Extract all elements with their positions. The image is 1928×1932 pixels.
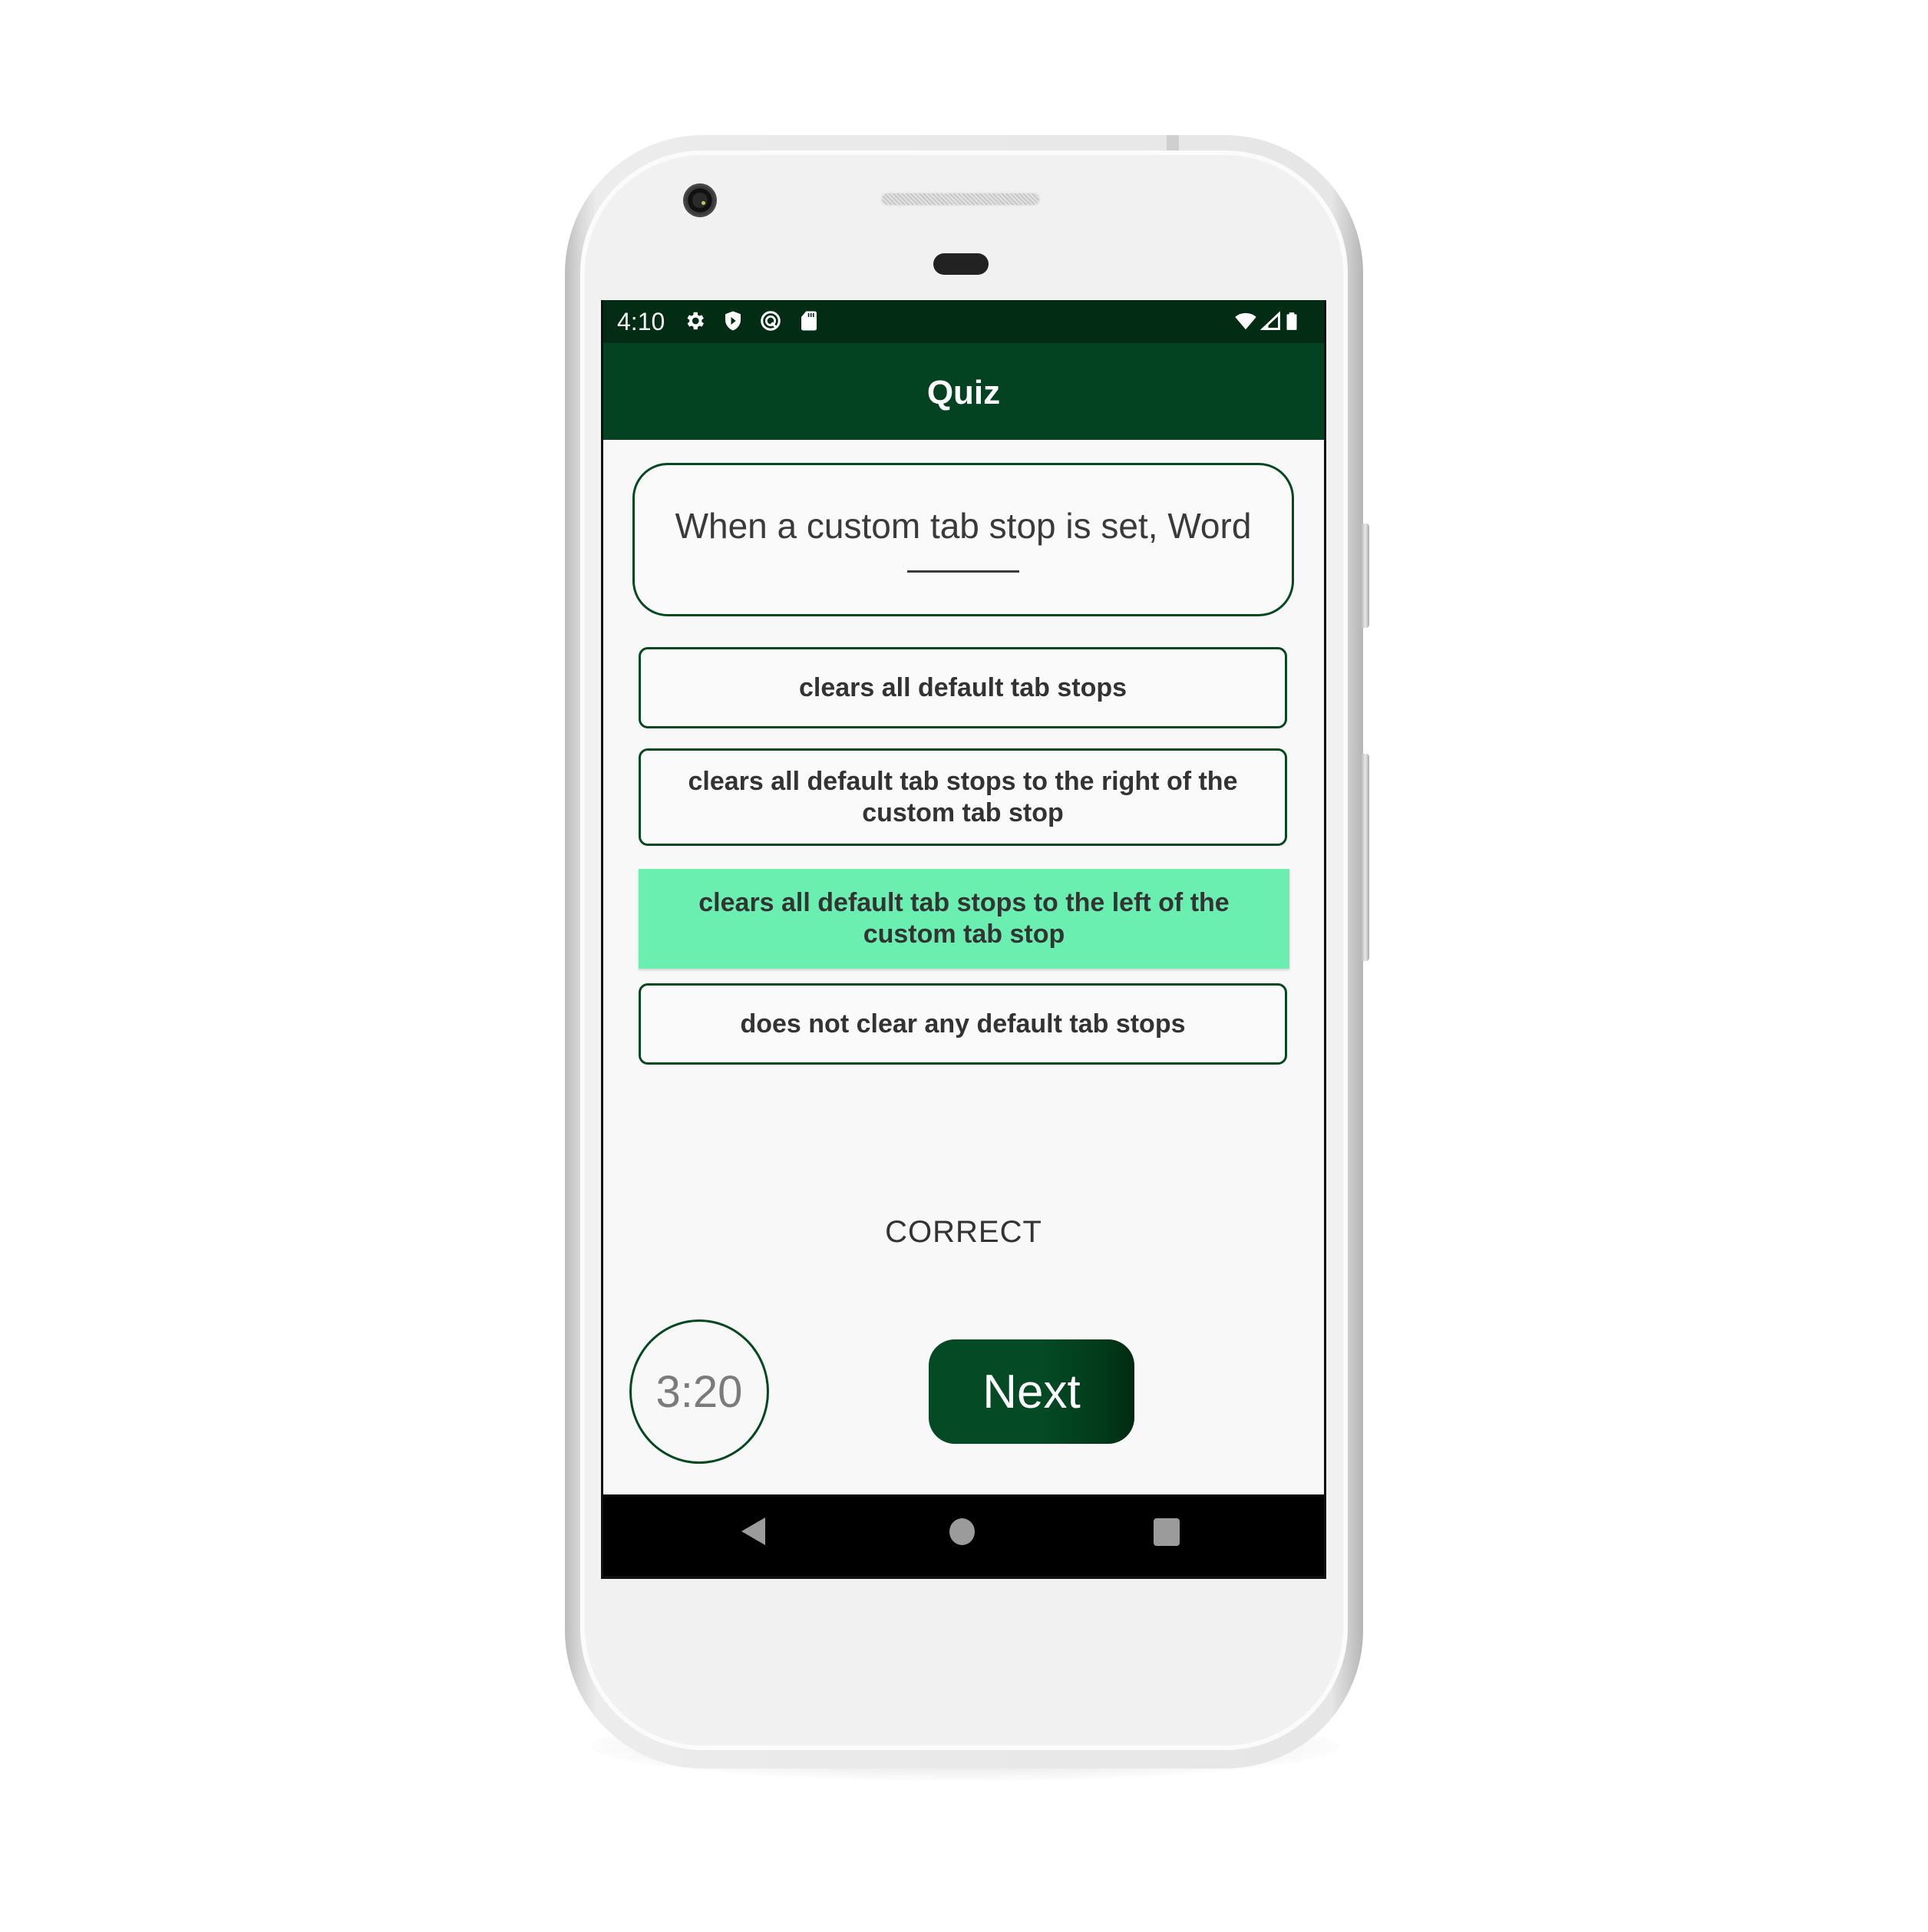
power-button xyxy=(1362,754,1369,961)
volume-button xyxy=(1362,523,1369,628)
proximity-sensor xyxy=(933,253,989,275)
battery-icon xyxy=(1286,312,1297,330)
next-button[interactable]: Next xyxy=(929,1339,1134,1444)
countdown-timer: 3:20 xyxy=(629,1319,769,1464)
status-time: 4:10 xyxy=(617,308,665,335)
quiz-content: When a custom tab stop is set, Word clea… xyxy=(603,440,1324,1494)
play-protect-shield-icon xyxy=(725,311,741,331)
navigation-bar xyxy=(603,1494,1324,1576)
phone-antenna-line xyxy=(1167,135,1179,150)
answer-option-label: clears all default tab stops to the righ… xyxy=(688,766,1238,827)
at-sign-icon xyxy=(761,311,781,331)
answer-option-4[interactable]: does not clear any default tab stops xyxy=(639,983,1287,1065)
status-bar: 4:10 xyxy=(603,300,1324,343)
cellular-signal-icon xyxy=(1260,311,1280,330)
wifi-icon xyxy=(1235,312,1256,330)
question-text: When a custom tab stop is set, Word xyxy=(675,505,1252,546)
back-icon[interactable] xyxy=(741,1518,765,1545)
earpiece-speaker xyxy=(882,193,1039,205)
page-title: Quiz xyxy=(926,374,1001,411)
sd-card-icon xyxy=(801,311,817,331)
answer-option-2[interactable]: clears all default tab stops to the righ… xyxy=(639,748,1287,846)
answer-option-3-selected[interactable]: clears all default tab stops to the left… xyxy=(639,869,1289,969)
question-blank xyxy=(907,570,1019,573)
home-icon[interactable] xyxy=(949,1518,975,1545)
phone-screen: 4:10 Quiz When a custom tab stop is set,… xyxy=(601,300,1326,1579)
app-bar: Quiz xyxy=(603,343,1324,440)
timer-value: 3:20 xyxy=(655,1366,743,1417)
question-card: When a custom tab stop is set, Word xyxy=(632,463,1294,616)
result-status: CORRECT xyxy=(885,1215,1042,1249)
answer-option-label: does not clear any default tab stops xyxy=(740,1009,1186,1039)
answer-option-1[interactable]: clears all default tab stops xyxy=(639,647,1287,728)
camera-glint xyxy=(702,201,705,205)
recents-icon[interactable] xyxy=(1154,1518,1180,1546)
answer-option-label: clears all default tab stops xyxy=(798,672,1127,702)
settings-icon xyxy=(687,312,704,330)
answer-option-label: clears all default tab stops to the left… xyxy=(698,888,1230,949)
front-camera-icon xyxy=(685,185,715,216)
